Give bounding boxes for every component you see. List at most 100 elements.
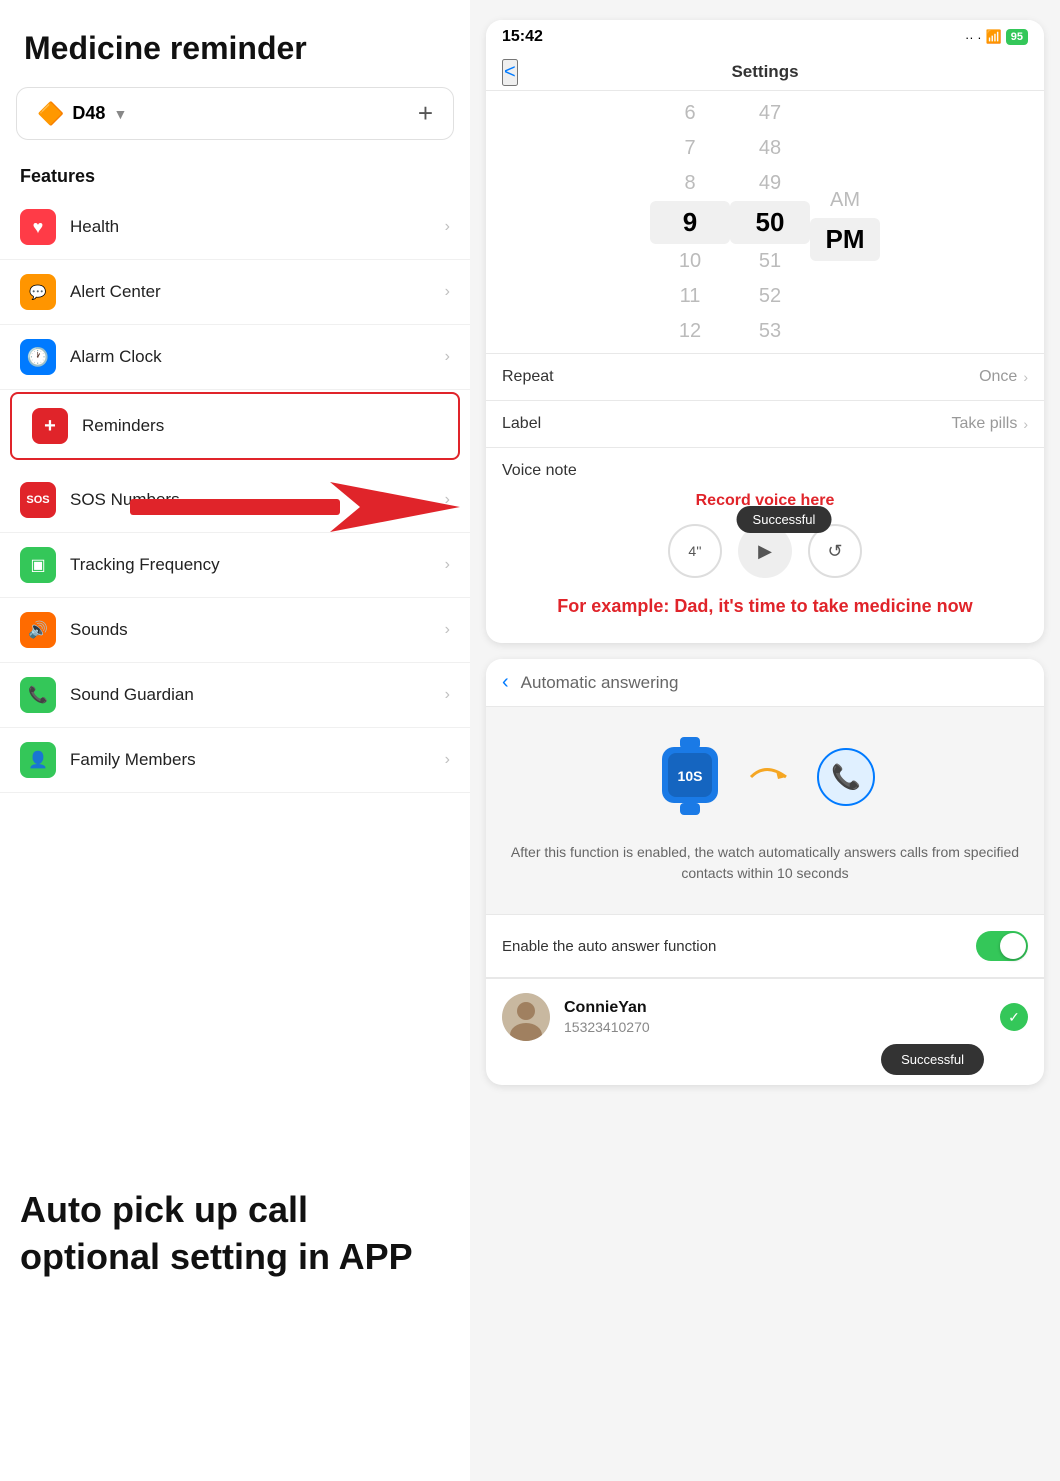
tracking-icon: ▣	[20, 547, 56, 583]
hour-item-selected: 9	[650, 201, 730, 244]
device-name: D48	[72, 103, 105, 124]
voice-note-section: Voice note Record voice here Successful …	[486, 447, 1044, 643]
avatar	[502, 993, 550, 1041]
svg-text:📞: 📞	[831, 761, 861, 791]
wifi-icon: 📶	[986, 29, 1002, 45]
sidebar-item-health[interactable]: ♥ Health ›	[0, 195, 470, 260]
signal-icon: ·· ·	[965, 30, 982, 45]
bottom-caption: Auto pick up calloptional setting in APP	[20, 1187, 440, 1281]
device-header: 🔶 D48 ▼ +	[16, 87, 454, 140]
contact-info: ConnieYan 15323410270	[564, 999, 1000, 1035]
left-panel: Medicine reminder 🔶 D48 ▼ + Features ♥ H…	[0, 0, 470, 1481]
watch-illustration: 10S	[654, 737, 726, 822]
status-bar: 15:42 ·· · 📶 95	[486, 20, 1044, 54]
voice-note-controls: Successful 4'' ▶ ↺	[502, 514, 1028, 588]
minute-item: 53	[730, 314, 810, 349]
hour-item: 8	[650, 166, 730, 201]
am-item: AM	[810, 183, 880, 218]
chevron-right-icon: ›	[445, 218, 450, 236]
back-button[interactable]: <	[502, 59, 518, 86]
ampm-column[interactable]: AM PM	[810, 95, 880, 349]
chevron-right-icon: ›	[445, 556, 450, 574]
repeat-value: Once	[979, 368, 1017, 386]
hour-item: 7	[650, 131, 730, 166]
status-time: 15:42	[502, 28, 543, 46]
auto-answer-toggle[interactable]	[976, 931, 1028, 961]
sidebar-item-label: Sounds	[70, 620, 445, 640]
minute-column[interactable]: 47 48 49 50 51 52 53	[730, 96, 810, 349]
chevron-right-icon: ›	[1023, 416, 1028, 432]
sidebar-item-alert[interactable]: 💬 Alert Center ›	[0, 260, 470, 325]
right-panel: 15:42 ·· · 📶 95 < Settings 6 7 8 9 10 11…	[470, 0, 1060, 1481]
minute-item: 52	[730, 279, 810, 314]
sidebar-item-reminders[interactable]: + Reminders	[10, 392, 460, 460]
minute-item-selected: 50	[730, 201, 810, 244]
sidebar-item-label: Family Members	[70, 750, 445, 770]
illustration-description: After this function is enabled, the watc…	[506, 842, 1024, 884]
chevron-right-icon: ›	[1023, 369, 1028, 385]
sidebar-item-label: Alert Center	[70, 282, 445, 302]
chevron-right-icon: ›	[445, 283, 450, 301]
bottom-phone-screen: ‹ Automatic answering 10S	[486, 659, 1044, 1085]
repeat-row[interactable]: Repeat Once ›	[486, 353, 1044, 400]
sounds-icon: 🔊	[20, 612, 56, 648]
chevron-right-icon: ›	[445, 621, 450, 639]
sidebar-item-sounds[interactable]: 🔊 Sounds ›	[0, 598, 470, 663]
top-phone-screen: 15:42 ·· · 📶 95 < Settings 6 7 8 9 10 11…	[486, 20, 1044, 643]
settings-nav: < Settings	[486, 54, 1044, 91]
success-tooltip-bottom: Successful	[881, 1044, 984, 1075]
repeat-label: Repeat	[502, 368, 979, 386]
hour-column[interactable]: 6 7 8 9 10 11 12	[650, 96, 730, 349]
health-icon: ♥	[20, 209, 56, 245]
sos-icon: SOS	[20, 482, 56, 518]
success-tooltip: Successful	[737, 506, 832, 533]
alarm-icon: 🕐	[20, 339, 56, 375]
chevron-right-icon: ›	[445, 686, 450, 704]
device-info: 🔶 D48 ▼	[37, 101, 127, 127]
pm-item-selected: PM	[810, 218, 880, 261]
minute-item: 47	[730, 96, 810, 131]
hour-item: 10	[650, 244, 730, 279]
illustration-area: 10S 📞 After this	[486, 707, 1044, 914]
sidebar-item-label: Health	[70, 217, 445, 237]
sidebar-item-label: Alarm Clock	[70, 347, 445, 367]
device-avatar-icon: 🔶	[37, 101, 64, 127]
label-row[interactable]: Label Take pills ›	[486, 400, 1044, 447]
annotation-arrow	[130, 477, 460, 542]
label-value: Take pills	[952, 415, 1018, 433]
battery-badge: 95	[1006, 29, 1028, 45]
sidebar-item-label: Sound Guardian	[70, 685, 445, 705]
sidebar-item-tracking[interactable]: ▣ Tracking Frequency ›	[0, 533, 470, 598]
back-button[interactable]: ‹	[502, 671, 509, 694]
chevron-down-icon: ▼	[113, 106, 127, 122]
hour-item: 11	[650, 279, 730, 314]
contact-name: ConnieYan	[564, 999, 1000, 1017]
status-icons: ·· · 📶 95	[965, 29, 1028, 45]
alert-icon: 💬	[20, 274, 56, 310]
svg-text:10S: 10S	[678, 768, 703, 784]
minute-item: 51	[730, 244, 810, 279]
family-icon: 👤	[20, 742, 56, 778]
sidebar-item-soundguard[interactable]: 📞 Sound Guardian ›	[0, 663, 470, 728]
auto-answer-arrow-icon	[746, 757, 796, 802]
hour-item: 6	[650, 96, 730, 131]
label-field-label: Label	[502, 415, 952, 433]
contact-row[interactable]: ConnieYan 15323410270 ✓ Successful	[486, 978, 1044, 1055]
sidebar-item-alarm[interactable]: 🕐 Alarm Clock ›	[0, 325, 470, 390]
sidebar-item-label: Reminders	[82, 416, 438, 436]
soundguard-icon: 📞	[20, 677, 56, 713]
bottom-line1: Auto pick up calloptional setting in APP	[20, 1187, 440, 1281]
phone-illustration-icon: 📞	[816, 747, 876, 812]
time-picker[interactable]: 6 7 8 9 10 11 12 47 48 49 50 51 52 53 AM…	[486, 91, 1044, 353]
settings-title: Settings	[731, 62, 798, 82]
add-device-button[interactable]: +	[418, 98, 433, 129]
chevron-right-icon: ›	[445, 751, 450, 769]
hour-item: 12	[650, 314, 730, 349]
enable-label: Enable the auto answer function	[502, 938, 976, 955]
minute-item: 48	[730, 131, 810, 166]
enable-auto-answer-row[interactable]: Enable the auto answer function	[486, 914, 1044, 977]
sidebar-item-family[interactable]: 👤 Family Members ›	[0, 728, 470, 793]
chevron-right-icon: ›	[445, 348, 450, 366]
voice-duration: 4''	[668, 524, 722, 578]
auto-answer-nav: ‹ Automatic answering	[486, 659, 1044, 707]
